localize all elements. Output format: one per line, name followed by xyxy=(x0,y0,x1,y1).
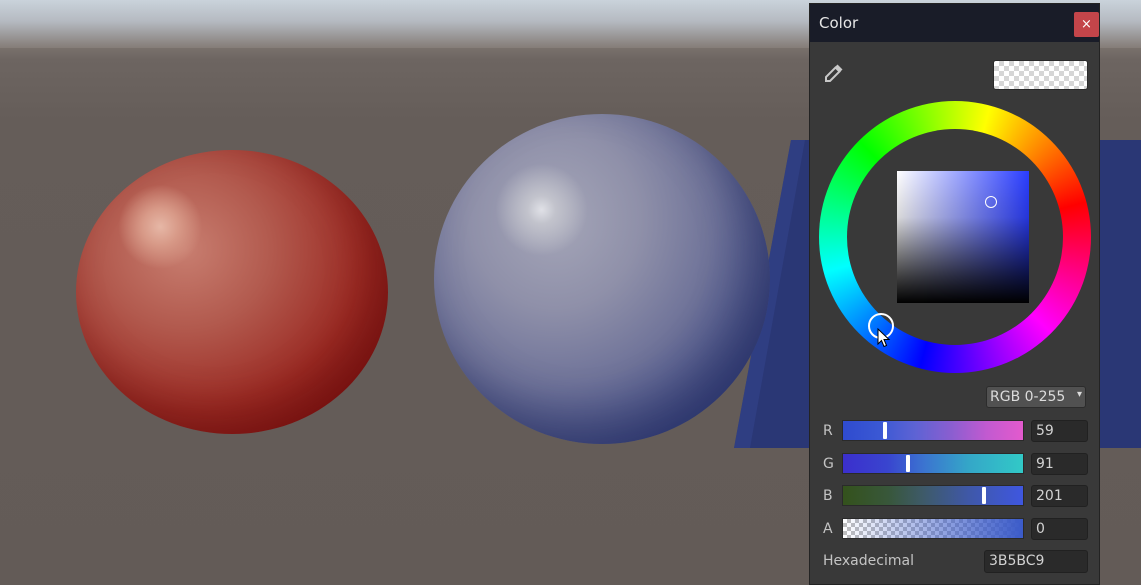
color-wheel[interactable] xyxy=(819,101,1091,373)
color-mode-dropdown[interactable]: RGB 0-255 ▾ xyxy=(986,386,1086,408)
hexadecimal-value: 3B5BC9 xyxy=(989,553,1045,569)
color-picker-window: Color × RGB 0-255 ▾ R 59 G 91 B 201 A 0 … xyxy=(809,3,1100,585)
saturation-value-handle[interactable] xyxy=(985,196,997,208)
alpha-channel-label: A xyxy=(823,521,833,537)
close-button[interactable]: × xyxy=(1074,12,1099,37)
blue-channel-slider[interactable] xyxy=(842,485,1024,506)
blue-value-field[interactable]: 201 xyxy=(1031,485,1088,507)
mouse-pointer-icon xyxy=(877,328,891,348)
blue-channel-label: B xyxy=(823,488,833,504)
hexadecimal-field[interactable]: 3B5BC9 xyxy=(984,550,1088,573)
red-channel-slider[interactable] xyxy=(842,420,1024,441)
hexadecimal-label: Hexadecimal xyxy=(823,553,914,569)
close-icon: × xyxy=(1081,17,1092,32)
green-value-field[interactable]: 91 xyxy=(1031,453,1088,475)
green-value: 91 xyxy=(1036,456,1054,472)
title-bar[interactable]: Color × xyxy=(810,4,1099,42)
green-channel-label: G xyxy=(823,456,834,472)
alpha-value: 0 xyxy=(1036,521,1045,537)
green-slider-handle[interactable] xyxy=(906,455,910,472)
saturation-value-square[interactable] xyxy=(897,171,1029,303)
red-channel-label: R xyxy=(823,423,833,439)
color-mode-value: RGB 0-255 xyxy=(990,389,1066,405)
blue-slider-handle[interactable] xyxy=(982,487,986,504)
green-channel-slider[interactable] xyxy=(842,453,1024,474)
red-value-field[interactable]: 59 xyxy=(1031,420,1088,442)
color-preview-swatch xyxy=(993,60,1088,90)
red-sphere[interactable] xyxy=(76,150,388,434)
blue-value: 201 xyxy=(1036,488,1063,504)
blue-sphere[interactable] xyxy=(434,114,770,444)
red-slider-handle[interactable] xyxy=(883,422,887,439)
window-title: Color xyxy=(819,14,859,32)
eyedropper-icon[interactable] xyxy=(822,61,846,85)
chevron-down-icon: ▾ xyxy=(1076,389,1082,400)
alpha-channel-slider[interactable] xyxy=(842,518,1024,539)
red-value: 59 xyxy=(1036,423,1054,439)
alpha-value-field[interactable]: 0 xyxy=(1031,518,1088,540)
